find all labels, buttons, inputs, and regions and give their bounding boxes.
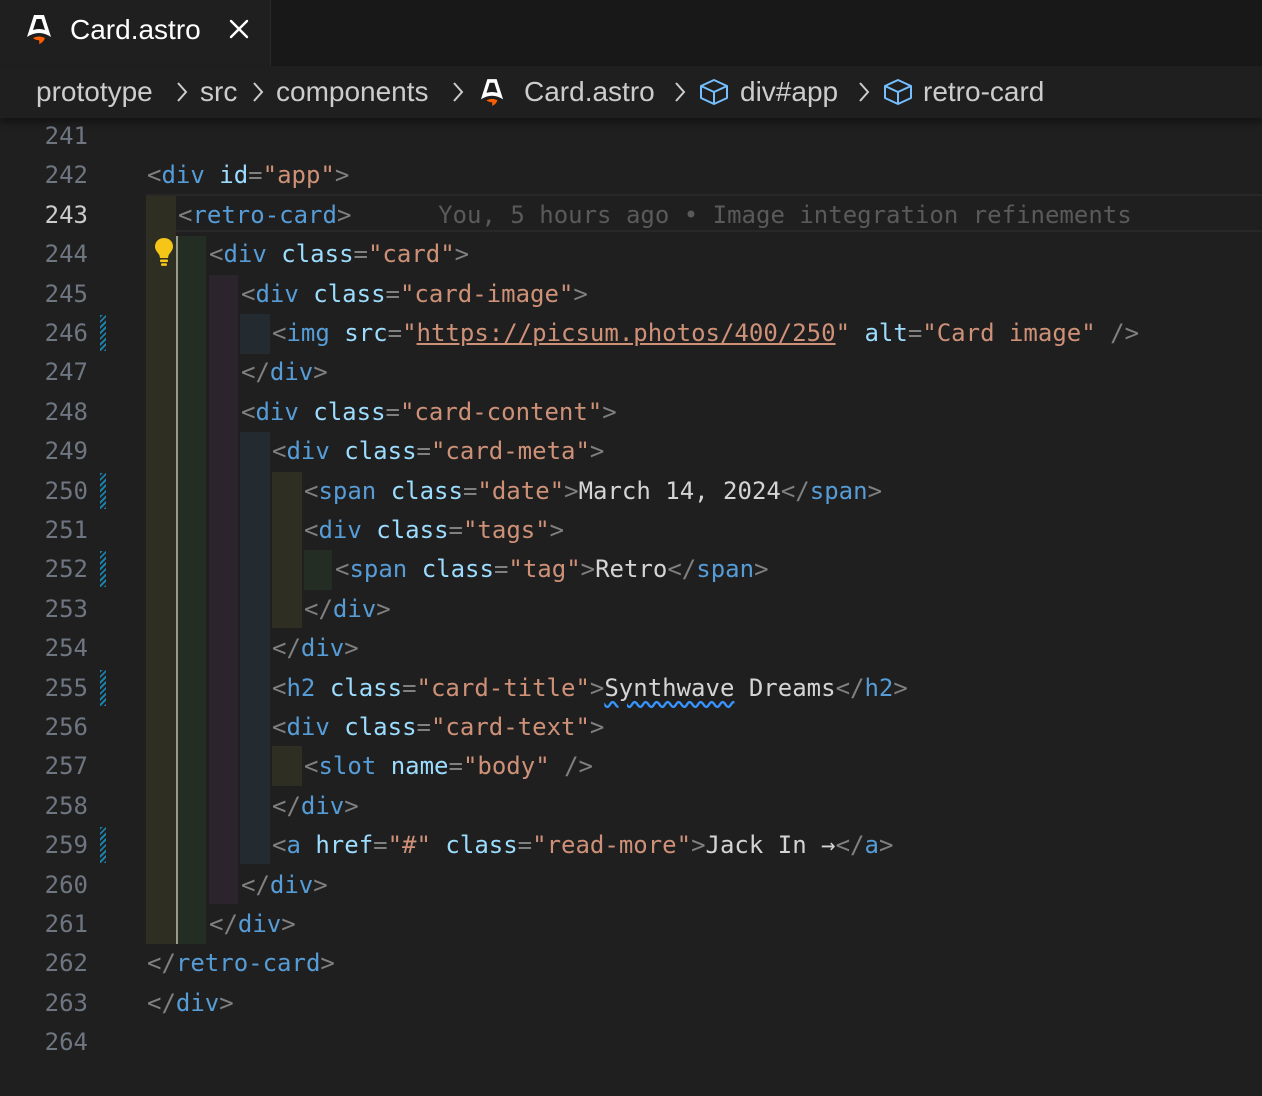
- code-line[interactable]: </div>: [272, 788, 359, 824]
- indent-guide: [209, 275, 238, 904]
- line-number: 244: [44, 240, 88, 269]
- breadcrumb-item-div-app[interactable]: div#app: [740, 74, 838, 110]
- modified-line-marker[interactable]: [100, 669, 106, 706]
- line-number: 259: [44, 831, 88, 860]
- line-number: 248: [44, 397, 88, 426]
- line-number: 262: [44, 949, 88, 978]
- indent-guide: [240, 314, 270, 354]
- astro-icon: [480, 79, 504, 106]
- chevron-right-icon: [253, 82, 264, 102]
- modified-line-marker[interactable]: [100, 472, 106, 509]
- modified-line-marker[interactable]: [100, 315, 106, 351]
- line-number-active: 243: [44, 200, 88, 229]
- modified-line-marker[interactable]: [100, 827, 106, 864]
- line-number: 245: [44, 279, 88, 308]
- code-line[interactable]: </div>: [241, 867, 328, 903]
- code-line[interactable]: </div>: [272, 630, 359, 666]
- indent-guide: [272, 472, 302, 628]
- indent-guide: [304, 550, 332, 590]
- code-line[interactable]: <img src="https://picsum.photos/400/250"…: [272, 315, 1139, 351]
- line-number: 254: [44, 634, 88, 663]
- modified-line-marker[interactable]: [100, 551, 106, 588]
- code-line[interactable]: </div>: [241, 354, 328, 390]
- astro-icon: [27, 15, 51, 44]
- spelling-squiggle[interactable]: Synthwave: [604, 674, 734, 702]
- code-line[interactable]: </div>: [209, 906, 296, 942]
- code-line[interactable]: <div class="card-text">: [272, 709, 604, 745]
- code-line[interactable]: </div>: [304, 591, 391, 627]
- chevron-right-icon: [177, 82, 188, 102]
- indent-guide: [176, 236, 178, 944]
- code-line[interactable]: <slot name="body" />: [304, 748, 593, 784]
- code-line[interactable]: <div class="card-meta">: [272, 433, 604, 469]
- link-url[interactable]: https://picsum.photos/400/250: [417, 319, 836, 347]
- breadcrumb-item-src[interactable]: src: [200, 74, 237, 110]
- line-number: 255: [44, 673, 88, 702]
- code-line[interactable]: <a href="#" class="read-more">Jack In →<…: [272, 827, 893, 863]
- code-editor[interactable]: 241 242 243 244 245 246 247 248 249 250 …: [0, 118, 1262, 1096]
- line-number: 246: [44, 319, 88, 347]
- code-line[interactable]: <div id="app">: [147, 157, 349, 193]
- code-line[interactable]: <div class="tags">: [304, 512, 564, 548]
- chevron-right-icon: [453, 82, 464, 102]
- tab-card-astro[interactable]: Card.astro: [0, 0, 271, 66]
- code-line[interactable]: <span class="tag">Retro</span>: [335, 551, 769, 587]
- line-number: 257: [44, 752, 88, 781]
- line-number: 253: [44, 594, 88, 623]
- symbol-cube-icon: [700, 79, 728, 105]
- line-number: 249: [44, 437, 88, 466]
- line-number: 242: [44, 161, 88, 190]
- symbol-cube-icon: [884, 79, 912, 105]
- code-line[interactable]: </retro-card>: [147, 945, 335, 981]
- code-line[interactable]: </div>: [147, 985, 234, 1021]
- tab-label: Card.astro: [70, 14, 201, 45]
- breadcrumb-item-prototype[interactable]: prototype: [36, 74, 153, 110]
- line-number: 251: [44, 516, 88, 544]
- lightbulb-icon[interactable]: [152, 236, 176, 268]
- code-line[interactable]: <span class="date">March 14, 2024</span>: [304, 473, 882, 509]
- breadcrumb-item-components[interactable]: components: [276, 74, 429, 110]
- code-line[interactable]: <div class="card-image">: [241, 276, 588, 312]
- line-number: 247: [44, 358, 88, 387]
- indent-guide: [272, 746, 302, 786]
- line-number: 250: [44, 476, 88, 505]
- line-number: 252: [44, 555, 88, 584]
- code-line[interactable]: <div class="card-content">: [241, 394, 617, 430]
- indent-guide: [146, 196, 176, 944]
- breadcrumb-item-retro-card[interactable]: retro-card: [923, 74, 1044, 110]
- git-blame-annotation: You, 5 hours ago • Image integration ref…: [438, 200, 1132, 229]
- breadcrumb-item-card-astro[interactable]: Card.astro: [524, 74, 655, 110]
- line-number: 261: [44, 910, 88, 938]
- close-icon[interactable]: [222, 12, 256, 46]
- code-line[interactable]: <h2 class="card-title">Synthwave Dreams<…: [272, 670, 908, 706]
- indent-guide: [240, 432, 270, 864]
- line-number: 256: [44, 713, 88, 741]
- chevron-right-icon: [859, 82, 870, 102]
- chevron-right-icon: [675, 82, 686, 102]
- tab-bar: Card.astro: [0, 0, 1262, 66]
- code-line[interactable]: <retro-card> You, 5 hours ago • Image in…: [178, 197, 1132, 233]
- line-number: 263: [44, 988, 88, 1017]
- line-number: 260: [44, 870, 88, 899]
- breadcrumb: prototype src components Card.astro div#…: [0, 66, 1262, 118]
- line-number: 258: [44, 791, 88, 820]
- code-line[interactable]: <div class="card">: [209, 236, 469, 272]
- line-number: 264: [44, 1028, 88, 1057]
- line-number: 241: [44, 122, 88, 150]
- indent-guide: [178, 236, 206, 944]
